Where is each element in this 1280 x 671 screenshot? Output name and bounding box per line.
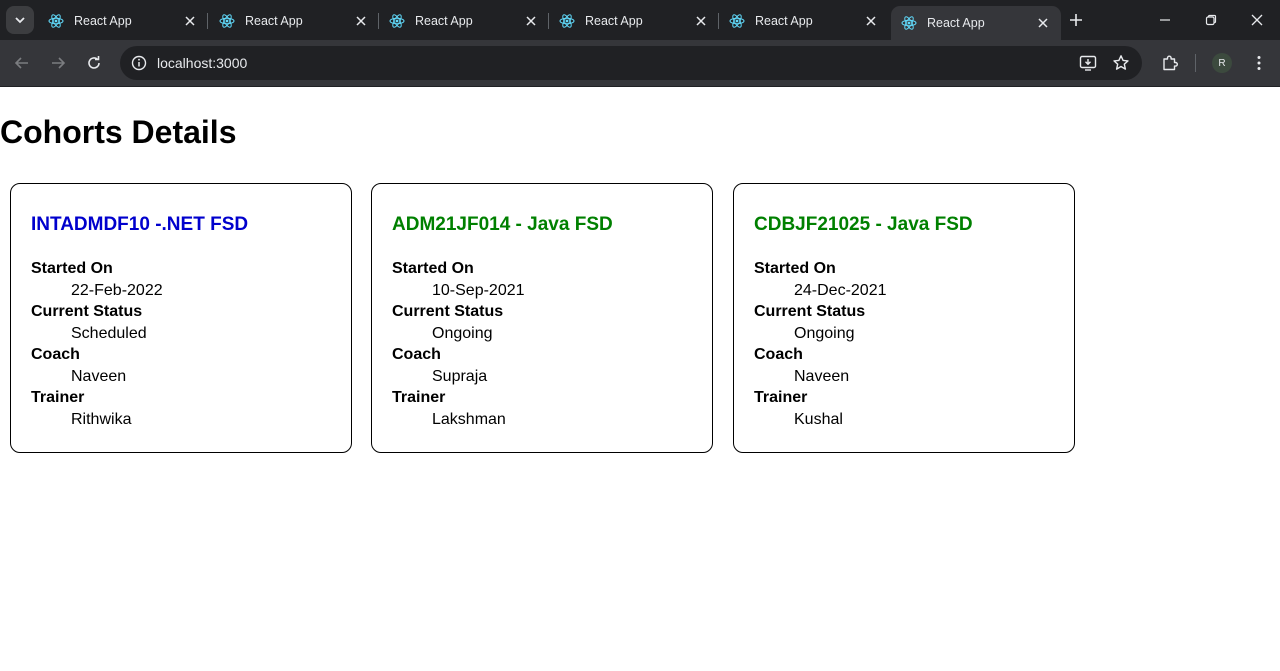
tab-2[interactable]: React App [209,6,379,36]
current-status-label: Current Status [754,303,866,320]
react-logo-icon [559,13,575,29]
minimize-icon [1160,19,1170,21]
react-logo-icon [219,13,235,29]
started-on-label: Started On [754,260,836,277]
react-logo-icon [901,15,917,31]
started-on-value: 22-Feb-2022 [71,281,163,299]
current-status-label: Current Status [31,303,143,320]
plus-icon [1070,14,1082,26]
new-tab-button[interactable] [1064,8,1088,32]
close-window-button[interactable] [1234,0,1280,40]
tab-4[interactable]: React App [549,6,719,36]
current-status-value: Scheduled [71,324,147,342]
cohort-card: CDBJF21025 - Java FSD Started On 24-Dec-… [733,183,1075,453]
back-button[interactable] [8,49,36,77]
react-logo-icon [48,13,64,29]
trainer-label: Trainer [754,389,808,406]
tab-5[interactable]: React App [719,6,889,36]
cohort-title: CDBJF21025 - Java FSD [754,214,973,235]
tab-title: React App [415,14,473,28]
arrow-left-icon [14,57,28,69]
tab-title: React App [927,16,985,30]
close-icon[interactable] [861,11,881,31]
trainer-value: Rithwika [71,410,132,428]
close-icon[interactable] [351,11,371,31]
current-status-label: Current Status [392,303,504,320]
coach-label: Coach [392,346,441,363]
cohort-title: INTADMDF10 -.NET FSD [31,214,249,235]
forward-button[interactable] [44,49,72,77]
page-title: Cohorts Details [0,114,237,150]
browser-toolbar: localhost:3000 [0,40,1280,87]
coach-label: Coach [754,346,803,363]
arrow-right-icon [52,57,66,69]
info-icon[interactable] [129,53,149,73]
started-on-label: Started On [392,260,474,277]
tab-search-button[interactable] [6,6,34,34]
close-icon[interactable] [180,11,200,31]
tab-1[interactable]: React App [38,6,208,36]
menu-button[interactable] [1247,51,1271,75]
coach-value: Naveen [71,367,127,385]
puzzle-icon [1163,55,1178,71]
profile-avatar[interactable]: R [1212,53,1232,73]
tab-title: React App [245,14,303,28]
current-status-value: Ongoing [432,324,493,342]
reload-icon [88,56,100,69]
started-on-value: 24-Dec-2021 [794,281,887,299]
cohort-card: ADM21JF014 - Java FSD Started On 10-Sep-… [371,183,713,453]
cohort-details: Started On 10-Sep-2021 Current Status On… [392,258,525,430]
started-on-value: 10-Sep-2021 [432,281,525,299]
tab-strip: React App React App React App React App … [0,0,1280,40]
page-content: Cohorts Details INTADMDF10 -.NET FSD Sta… [0,87,1280,671]
tab-6-active[interactable]: React App [891,6,1061,40]
star-icon[interactable] [1109,51,1133,75]
install-app-icon[interactable] [1076,51,1100,75]
started-on-label: Started On [31,260,113,277]
restore-icon [1205,14,1217,26]
close-icon [1251,14,1263,26]
reload-button[interactable] [80,49,108,77]
minimize-button[interactable] [1142,0,1188,40]
chevron-down-icon [15,17,25,24]
react-logo-icon [729,13,745,29]
trainer-label: Trainer [31,389,85,406]
cohort-details: Started On 22-Feb-2022 Current Status Sc… [31,258,163,430]
coach-value: Supraja [432,367,488,385]
cohort-card: INTADMDF10 -.NET FSD Started On 22-Feb-2… [10,183,352,453]
tab-separator [207,13,208,29]
coach-label: Coach [31,346,80,363]
close-icon[interactable] [521,11,541,31]
tab-title: React App [74,14,132,28]
address-bar[interactable]: localhost:3000 [120,46,1142,80]
trainer-value: Kushal [794,410,843,428]
tab-title: React App [755,14,813,28]
coach-value: Naveen [794,367,850,385]
more-vertical-icon [1257,56,1261,70]
extensions-button[interactable] [1158,51,1182,75]
trainer-label: Trainer [392,389,446,406]
close-icon[interactable] [1033,13,1053,33]
trainer-value: Lakshman [432,410,506,428]
react-logo-icon [389,13,405,29]
restore-button[interactable] [1188,0,1234,40]
tab-3[interactable]: React App [379,6,549,36]
current-status-value: Ongoing [794,324,855,342]
tab-title: React App [585,14,643,28]
toolbar-separator [1195,54,1196,72]
browser-chrome: React App React App React App React App … [0,0,1280,87]
url-text[interactable]: localhost:3000 [157,55,1076,71]
close-icon[interactable] [691,11,711,31]
cohort-title: ADM21JF014 - Java FSD [392,214,613,235]
cohort-details: Started On 24-Dec-2021 Current Status On… [754,258,887,430]
